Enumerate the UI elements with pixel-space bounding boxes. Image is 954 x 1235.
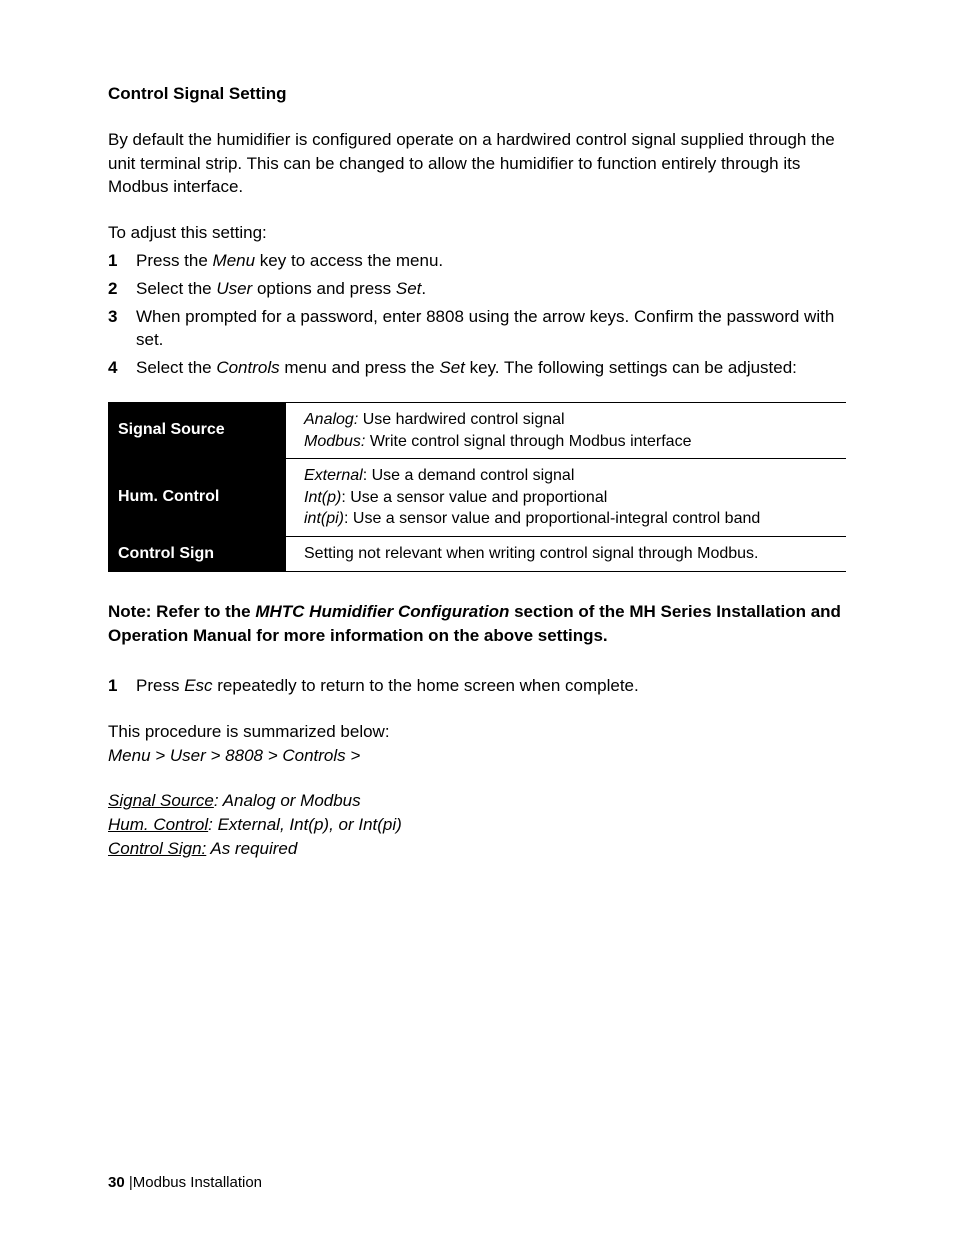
step-1: 1 Press the Menu key to access the menu. [108,249,846,273]
intro-paragraph: By default the humidifier is configured … [108,128,846,199]
note-paragraph: Note: Refer to the MHTC Humidifier Confi… [108,600,846,648]
setting-description: External: Use a demand control signal In… [286,459,846,537]
step-number: 1 [108,674,122,698]
section-heading: Control Signal Setting [108,82,846,106]
table-row: Control Sign Setting not relevant when w… [108,536,846,571]
table-row: Signal Source Analog: Use hardwired cont… [108,402,846,458]
summary-hum-control: Hum. Control: External, Int(p), or Int(p… [108,813,846,837]
final-step-list: 1 Press Esc repeatedly to return to the … [108,674,846,698]
step-text: Press the Menu key to access the menu. [136,249,443,273]
page-footer: 30 |Modbus Installation [108,1172,262,1193]
summary-signal-source: Signal Source: Analog or Modbus [108,789,846,813]
step-number: 4 [108,356,122,380]
step-number: 2 [108,277,122,301]
page-number: 30 [108,1174,125,1191]
setting-description: Analog: Use hardwired control signal Mod… [286,402,846,458]
step-text: Select the User options and press Set. [136,277,426,301]
adjust-leadin: To adjust this setting: [108,221,846,245]
summary-control-sign: Control Sign: As required [108,837,846,861]
summary-settings: Signal Source: Analog or Modbus Hum. Con… [108,789,846,860]
step-final: 1 Press Esc repeatedly to return to the … [108,674,846,698]
step-number: 3 [108,305,122,353]
steps-list: 1 Press the Menu key to access the menu.… [108,249,846,380]
setting-label: Signal Source [108,402,286,458]
summary-path: Menu > User > 8808 > Controls > [108,744,846,768]
step-4: 4 Select the Controls menu and press the… [108,356,846,380]
step-3: 3 When prompted for a password, enter 88… [108,305,846,353]
settings-table: Signal Source Analog: Use hardwired cont… [108,402,846,572]
summary-block: This procedure is summarized below: Menu… [108,720,846,768]
step-text: When prompted for a password, enter 8808… [136,305,846,353]
setting-label: Hum. Control [108,459,286,537]
summary-leadin: This procedure is summarized below: [108,720,846,744]
table-row: Hum. Control External: Use a demand cont… [108,459,846,537]
step-text: Select the Controls menu and press the S… [136,356,797,380]
step-text: Press Esc repeatedly to return to the ho… [136,674,639,698]
step-number: 1 [108,249,122,273]
setting-label: Control Sign [108,536,286,571]
setting-description: Setting not relevant when writing contro… [286,536,846,571]
footer-title: Modbus Installation [133,1174,262,1191]
step-2: 2 Select the User options and press Set. [108,277,846,301]
